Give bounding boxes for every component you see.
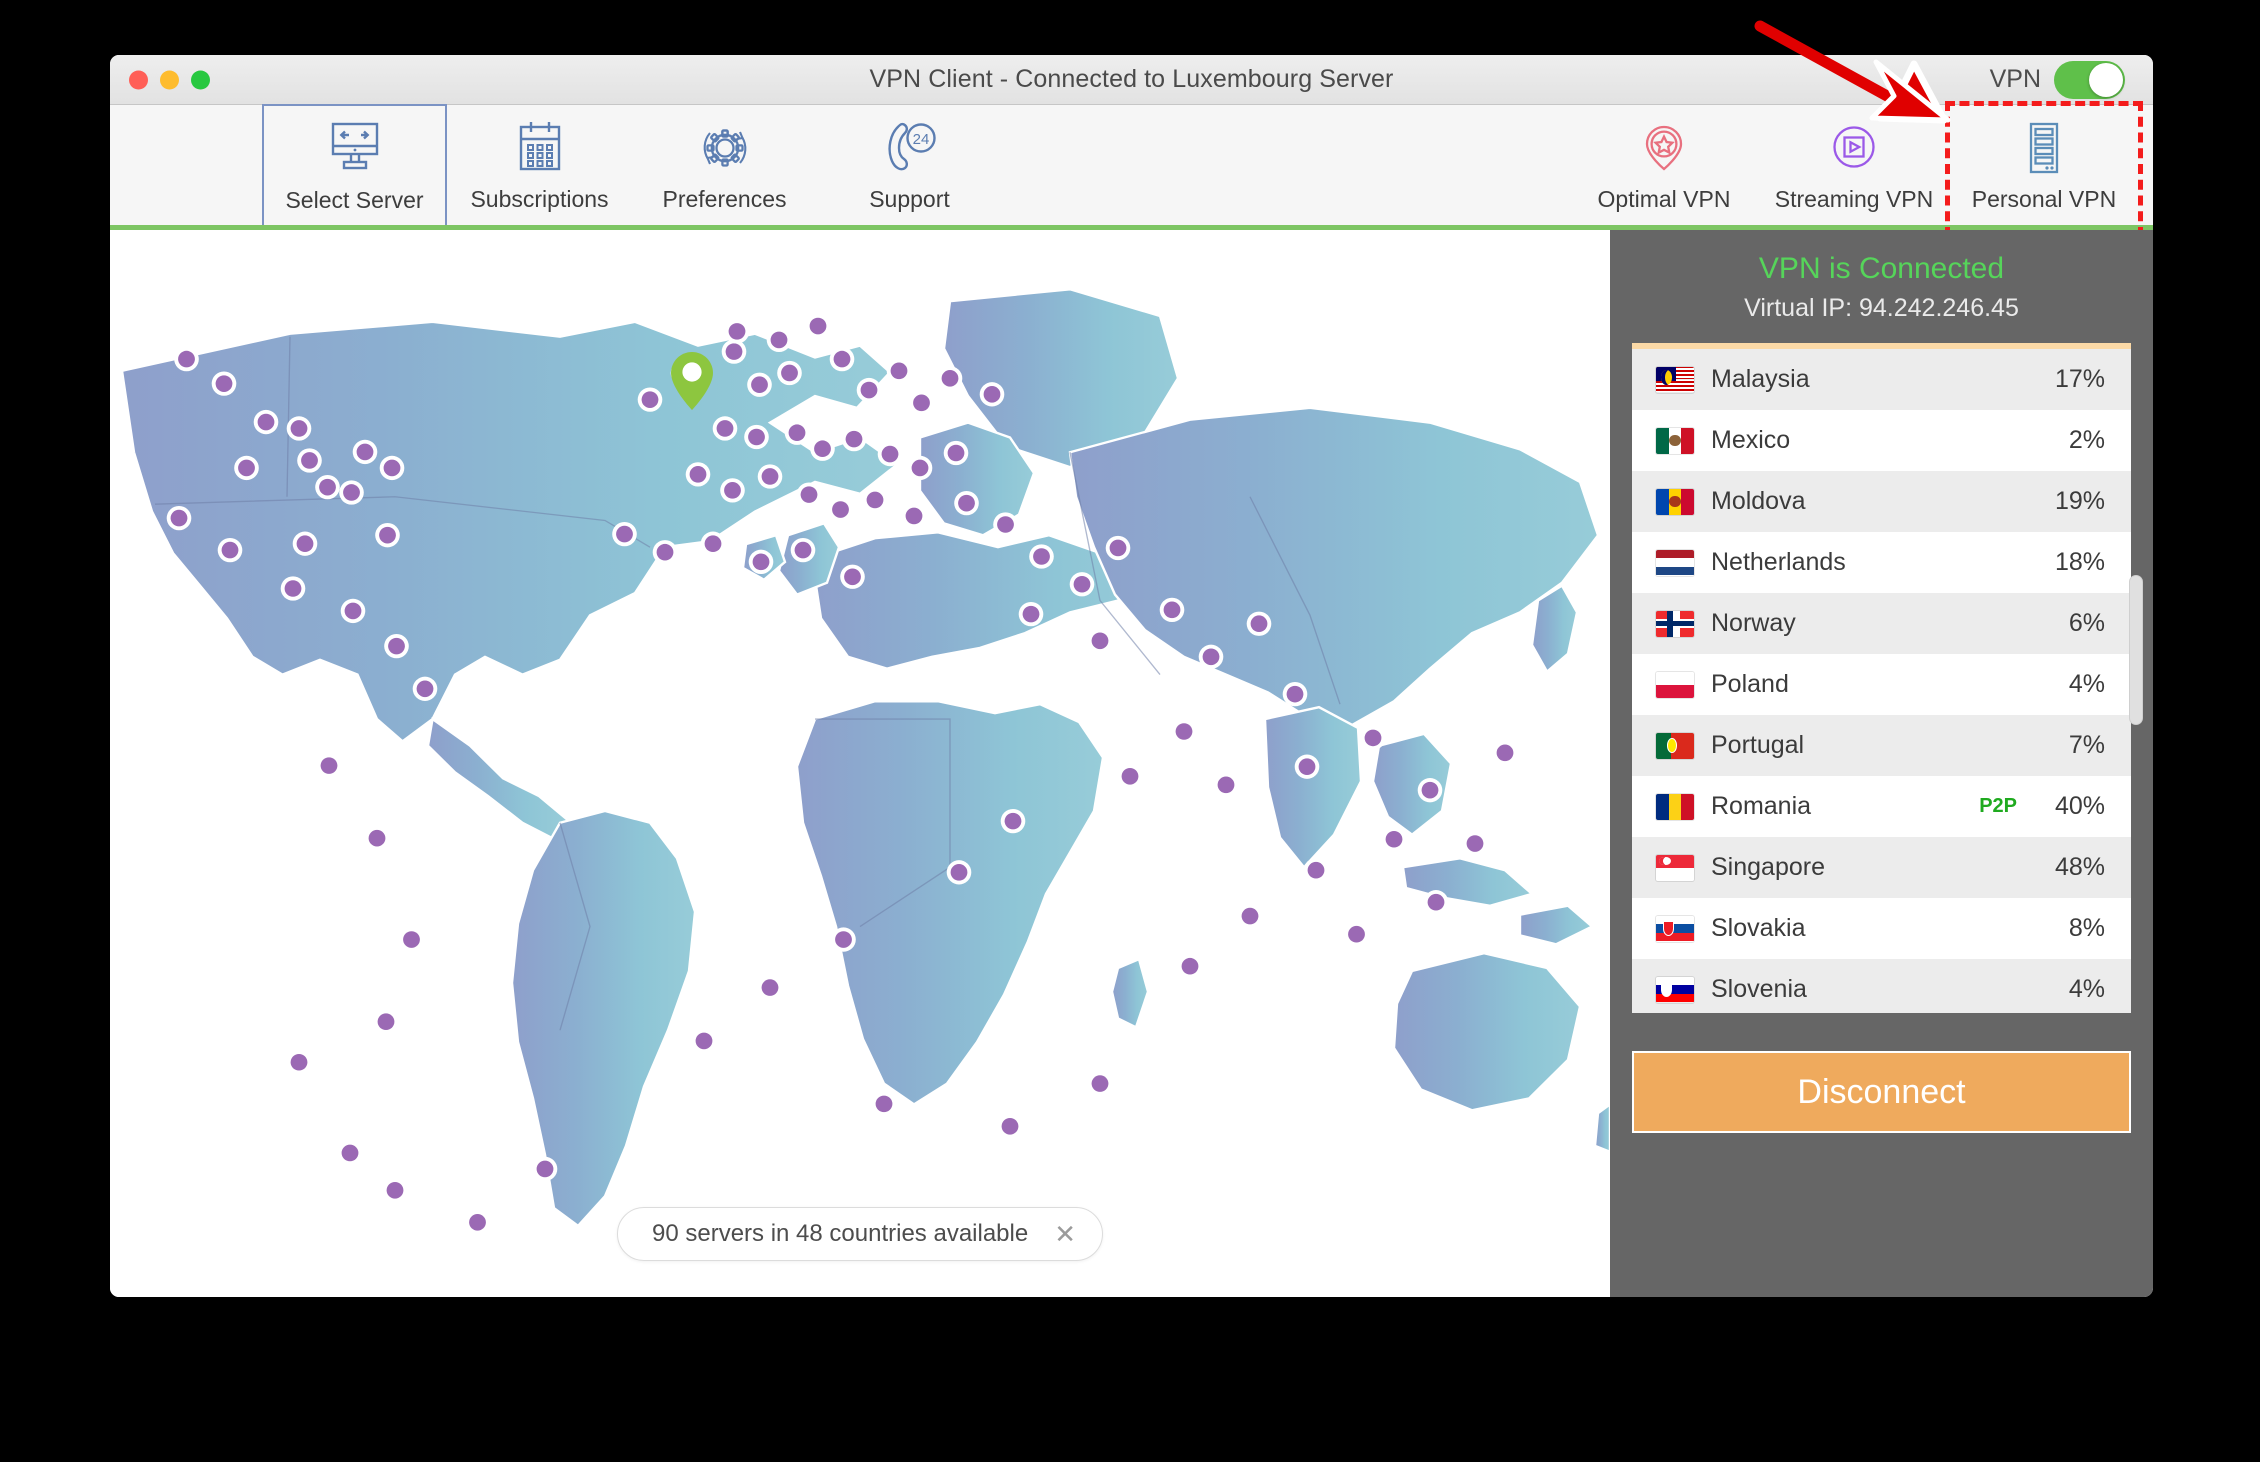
vpn-toggle-switch[interactable] [2054,60,2125,99]
status-badge: VPN is Connected [1758,252,2005,285]
country-name: Malaysia [1711,365,1810,393]
flag-icon [1656,854,1694,881]
vpn-client-window: VPN Client - Connected to Luxembourg Ser… [110,55,2153,1297]
country-row[interactable]: Norway 6% [1632,593,2131,654]
country-load-percent: 18% [2054,548,2105,576]
close-icon[interactable]: ✕ [1054,1221,1076,1247]
flag-icon [1656,610,1694,637]
world-map-pane[interactable]: 90 servers in 48 countries available ✕ [110,230,1610,1297]
phone-24-icon: 24 [880,117,940,179]
flag-icon [1656,488,1694,515]
pin-star-icon [1636,117,1692,179]
country-name: Singapore [1711,853,1825,881]
country-load-percent: 4% [2068,975,2105,1003]
flag-icon [1656,915,1694,942]
country-row[interactable]: Slovakia 8% [1632,898,2131,959]
zoom-button[interactable] [191,70,210,89]
country-load-percent: 6% [2068,609,2105,637]
server-count-label: 90 servers in 48 countries available [651,1220,1029,1247]
country-name: Portugal [1711,731,1805,759]
country-name: Norway [1711,609,1796,637]
tab-preferences[interactable]: Preferences [632,105,817,225]
tab-label: Support [869,186,950,212]
world-map [120,288,1610,1235]
country-load-percent: 17% [2054,365,2105,393]
tab-optimal-vpn[interactable]: Optimal VPN [1569,105,1759,225]
country-row[interactable]: Malaysia 17% [1632,349,2131,410]
country-row[interactable]: Singapore 48% [1632,837,2131,898]
flag-icon [1656,427,1694,454]
country-load-percent: 19% [2054,487,2105,515]
window-controls [129,70,210,89]
tab-subscriptions[interactable]: Subscriptions [447,105,632,225]
vpn-toggle-group[interactable]: VPN [1989,60,2125,99]
country-row[interactable]: Moldova 19% [1632,471,2131,532]
minimize-button[interactable] [160,70,179,89]
vpn-toggle-label: VPN [1989,65,2041,93]
country-row[interactable]: Mexico 2% [1632,410,2131,471]
server-rack-icon [2019,117,2069,179]
country-row[interactable]: Poland 4% [1632,654,2131,715]
gear-icon [696,117,754,179]
main-toolbar: Select Server Subscriptions Preferences … [110,101,2153,237]
country-list-body: Malaysia 17% Mexico 2% Moldova 19% Netherlands… [1632,349,2131,1013]
window-body: 90 servers in 48 countries available ✕ V… [110,230,2153,1297]
disconnect-button[interactable]: Disconnect [1632,1051,2131,1133]
country-load-percent: 7% [2068,731,2105,759]
country-name: Moldova [1711,487,1806,515]
country-name: Slovenia [1711,975,1807,1003]
toolbar-left-group: Select Server Subscriptions Preferences … [262,104,1002,225]
tab-support[interactable]: 24 Support [817,105,1002,225]
tab-streaming-vpn[interactable]: Streaming VPN [1759,105,1949,225]
tab-label: Optimal VPN [1597,186,1731,212]
tab-label: Personal VPN [1971,186,2117,212]
flag-icon [1656,976,1694,1003]
server-count-badge[interactable]: 90 servers in 48 countries available ✕ [616,1207,1104,1261]
tab-label: Streaming VPN [1774,186,1934,212]
virtual-ip-label: Virtual IP: 94.242.246.45 [1744,294,2019,322]
country-load-percent: 2% [2068,426,2105,454]
flag-icon [1656,366,1694,393]
country-row[interactable]: Slovenia 4% [1632,959,2131,1013]
flag-icon [1656,549,1694,576]
country-name: Netherlands [1711,548,1846,576]
window-titlebar: VPN Client - Connected to Luxembourg Ser… [110,55,2153,105]
tab-select-server[interactable]: Select Server [262,104,447,225]
country-name: Romania [1711,792,1812,820]
toolbar-right-group: Optimal VPN Streaming VPN Personal VPN [1569,101,2143,237]
country-list-scrollbar[interactable] [2129,575,2143,725]
location-pin-icon [671,351,713,410]
country-load-percent: 4% [2068,670,2105,698]
flag-icon [1656,732,1694,759]
flag-icon [1656,671,1694,698]
connection-status-block: VPN is Connected Virtual IP: 94.242.246.… [1610,230,2153,343]
window-title: VPN Client - Connected to Luxembourg Ser… [869,65,1394,93]
country-row[interactable]: Romania P2P 40% [1632,776,2131,837]
close-button[interactable] [129,70,148,89]
tab-label: Subscriptions [470,186,609,212]
country-load-percent: 8% [2068,914,2105,942]
tab-personal-vpn[interactable]: Personal VPN [1945,101,2143,237]
country-list[interactable]: Malaysia 17% Mexico 2% Moldova 19% Netherlands… [1632,343,2131,1013]
country-load-percent: 40% [2054,792,2105,820]
tab-label: Select Server [285,186,424,213]
p2p-badge: P2P [1979,795,2017,817]
calendar-icon [514,117,566,179]
monitor-arrows-icon [325,118,385,180]
tab-label: Preferences [662,186,787,212]
connection-sidebar: VPN is Connected Virtual IP: 94.242.246.… [1610,230,2153,1297]
country-row[interactable]: Netherlands 18% [1632,532,2131,593]
country-row[interactable]: Portugal 7% [1632,715,2131,776]
flag-icon [1656,793,1694,820]
country-name: Slovakia [1711,914,1806,942]
svg-text:24: 24 [912,131,929,148]
vpn-toggle-knob [2089,62,2123,97]
country-name: Poland [1711,670,1789,698]
country-load-percent: 48% [2054,853,2105,881]
country-name: Mexico [1711,426,1791,454]
play-circle-icon [1826,117,1882,179]
